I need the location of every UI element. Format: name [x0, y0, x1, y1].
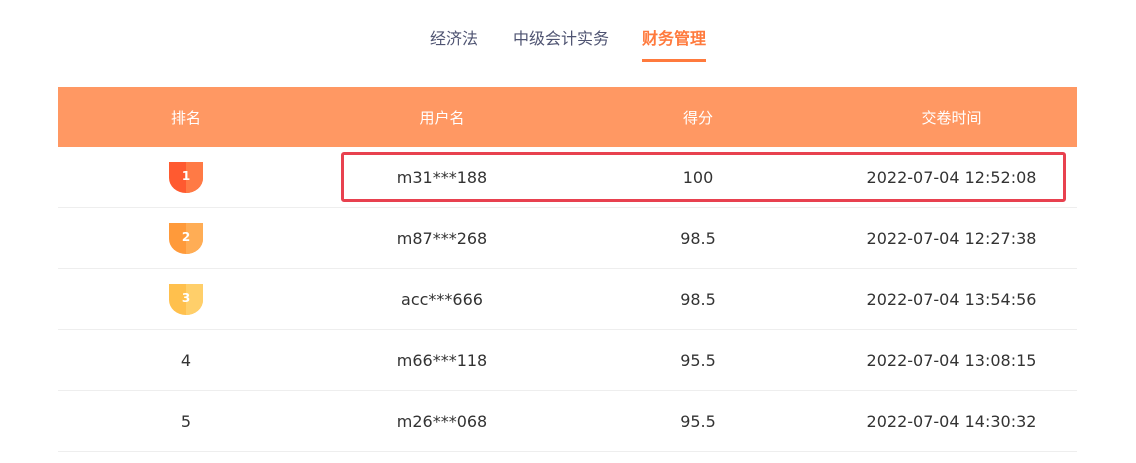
table-header: 排名 用户名 得分 交卷时间	[58, 87, 1077, 147]
score-cell: 98.5	[680, 289, 716, 309]
username-cell: m31***188	[396, 167, 488, 187]
table-row: 4 m66***118 95.5 2022-07-04 13:08:15	[58, 330, 1077, 391]
header-submit-time: 交卷时间	[921, 108, 982, 127]
rank-cell: 5	[180, 411, 192, 431]
username-cell: m66***118	[396, 350, 488, 370]
table-row: 1 m31***188 100 2022-07-04 12:52:08	[58, 147, 1077, 208]
subject-tabs: 经济法 中级会计实务 财务管理	[0, 0, 1136, 64]
rank-cell: 1	[58, 161, 314, 193]
tab-financial-management[interactable]: 财务管理	[642, 28, 707, 64]
active-tab-indicator	[642, 59, 707, 62]
score-cell: 98.5	[680, 228, 716, 248]
time-cell: 2022-07-04 12:27:38	[866, 228, 1037, 248]
time-cell: 2022-07-04 12:52:08	[866, 167, 1037, 187]
score-cell: 95.5	[680, 350, 716, 370]
time-cell: 2022-07-04 13:08:15	[866, 350, 1037, 370]
header-score: 得分	[682, 108, 713, 127]
username-cell: acc***666	[401, 289, 483, 309]
tab-economic-law[interactable]: 经济法	[430, 28, 478, 64]
bronze-medal-icon: 3	[169, 283, 203, 315]
table-row: 2 m87***268 98.5 2022-07-04 12:27:38	[58, 208, 1077, 269]
rank-number: 2	[181, 229, 191, 244]
header-rank: 排名	[170, 108, 201, 127]
score-cell: 95.5	[680, 411, 716, 431]
tab-intermediate-accounting[interactable]: 中级会计实务	[513, 28, 609, 64]
tab-label: 中级会计实务	[513, 29, 610, 48]
silver-medal-icon: 2	[169, 222, 203, 254]
table-row: 3 acc***666 98.5 2022-07-04 13:54:56	[58, 269, 1077, 330]
rank-cell: 2	[58, 222, 314, 254]
ranking-table: 排名 用户名 得分 交卷时间 1 m31***188 100 2022-07-0…	[58, 87, 1077, 452]
score-cell: 100	[682, 167, 714, 187]
rank-cell: 4	[180, 350, 192, 370]
rank-cell: 3	[58, 283, 314, 315]
tab-label: 经济法	[430, 29, 479, 48]
tab-label: 财务管理	[642, 29, 707, 48]
time-cell: 2022-07-04 14:30:32	[866, 411, 1037, 431]
gold-medal-icon: 1	[169, 161, 203, 193]
header-username: 用户名	[419, 108, 465, 127]
rank-number: 3	[181, 290, 191, 305]
username-cell: m87***268	[396, 228, 488, 248]
table-row: 5 m26***068 95.5 2022-07-04 14:30:32	[58, 391, 1077, 452]
rank-number: 1	[181, 168, 191, 183]
time-cell: 2022-07-04 13:54:56	[866, 289, 1037, 309]
username-cell: m26***068	[396, 411, 488, 431]
